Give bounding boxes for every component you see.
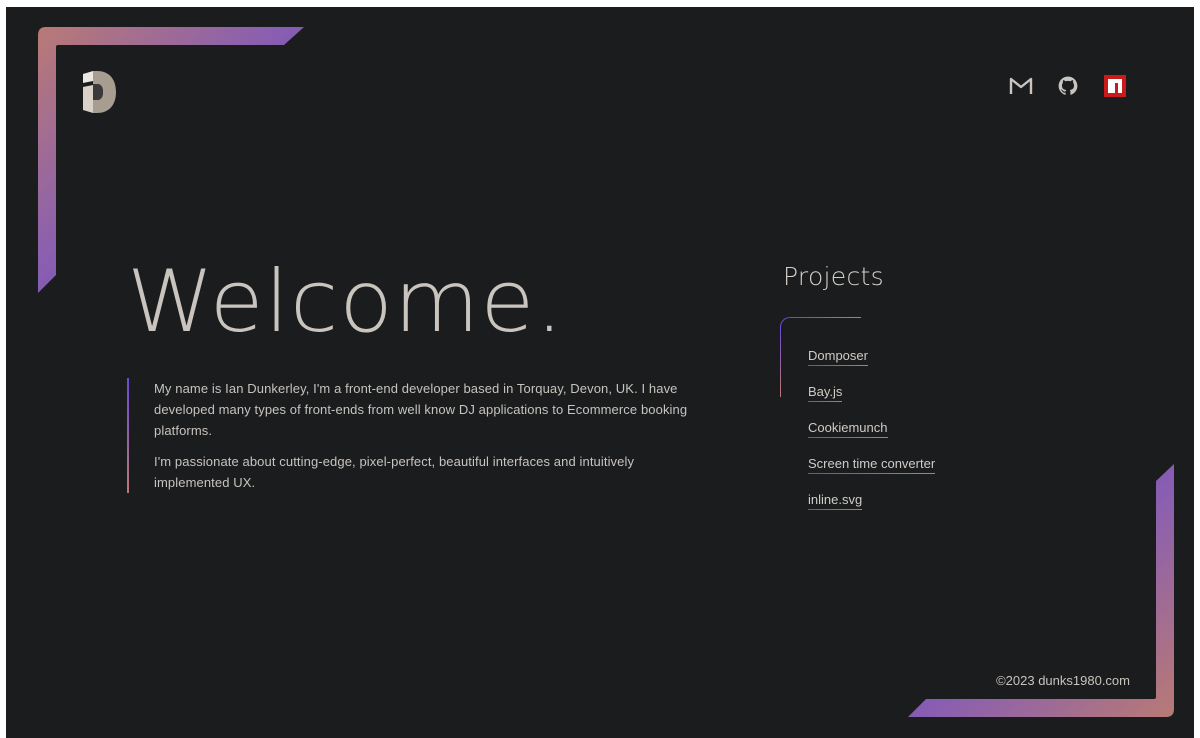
list-item: Screen time converter bbox=[808, 453, 936, 489]
welcome-heading: Welcome. bbox=[127, 252, 565, 352]
project-link-bayjs[interactable]: Bay.js bbox=[808, 384, 843, 402]
list-item: Bay.js bbox=[808, 381, 935, 417]
page: Welcome. My name is Ian Dunkerley, I'm a… bbox=[6, 7, 1194, 738]
list-item: inline.svg bbox=[808, 489, 935, 525]
gmail-icon bbox=[1009, 77, 1033, 94]
d-monogram-logo bbox=[83, 71, 116, 113]
gmail-link[interactable] bbox=[1008, 73, 1034, 99]
list-item: Domposer bbox=[808, 345, 935, 381]
npm-icon bbox=[1104, 75, 1126, 97]
project-link-screen-time-converter[interactable]: Screen time converter bbox=[808, 456, 936, 474]
corner-decorations bbox=[38, 27, 1174, 717]
project-link-inline-svg[interactable]: inline.svg bbox=[808, 492, 863, 510]
projects-divider-left bbox=[780, 325, 781, 397]
project-list: Domposer Bay.js Cookiemunch Screen time … bbox=[808, 345, 936, 525]
bio-block: My name is Ian Dunkerley, I'm a front-en… bbox=[127, 378, 707, 493]
project-link-domposer[interactable]: Domposer bbox=[808, 348, 868, 366]
footer-copyright: ©2023 dunks1980.com bbox=[996, 673, 1130, 688]
list-item: Cookiemunch bbox=[808, 417, 935, 453]
projects-heading: Projects bbox=[783, 262, 884, 291]
github-link[interactable] bbox=[1055, 73, 1081, 99]
bio-paragraph: I'm passionate about cutting-edge, pixel… bbox=[154, 454, 635, 490]
projects-divider-top bbox=[791, 317, 861, 318]
bio-paragraph: My name is Ian Dunkerley, I'm a front-en… bbox=[154, 381, 688, 438]
npm-link[interactable] bbox=[1102, 73, 1128, 99]
project-link-cookiemunch[interactable]: Cookiemunch bbox=[808, 420, 888, 438]
github-icon bbox=[1058, 76, 1078, 95]
